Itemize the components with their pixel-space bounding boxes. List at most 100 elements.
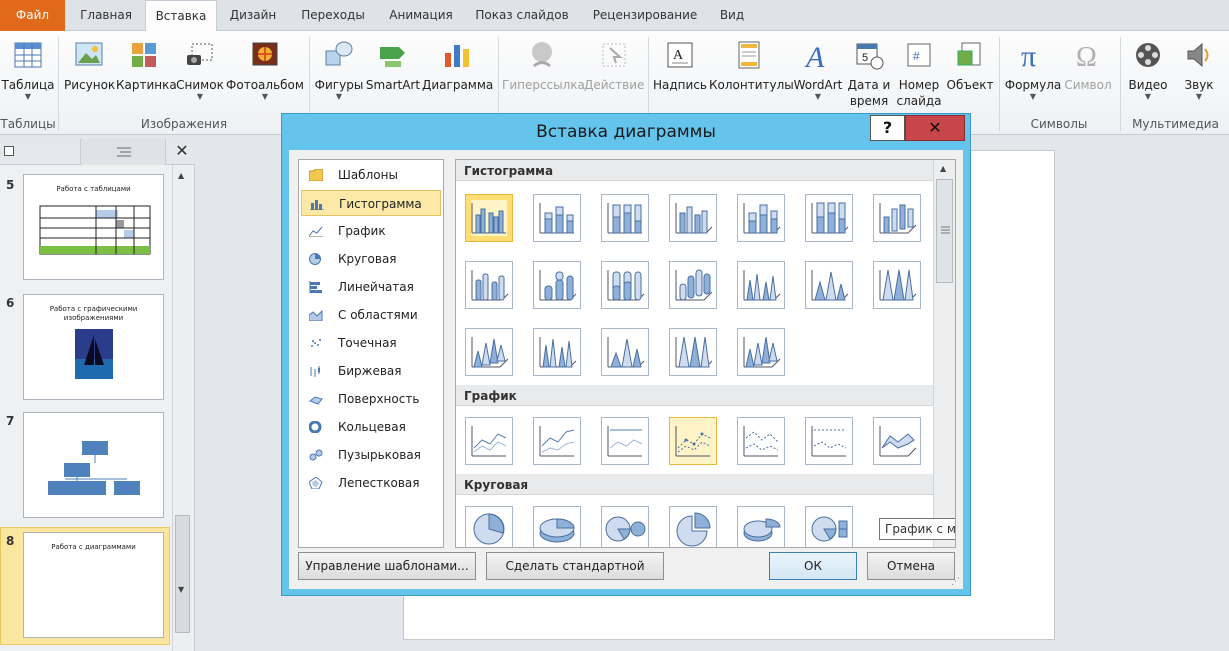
tab-design[interactable]: Дизайн <box>220 0 286 31</box>
manage-templates-button[interactable]: Управление шаблонами... <box>298 552 476 580</box>
chart-type-clustered-cone[interactable] <box>737 261 785 309</box>
chart-type-line-with-markers[interactable] <box>669 417 717 465</box>
chart-type-3d-clustered-column[interactable] <box>669 194 717 242</box>
wordart-button[interactable]: A WordArt ▼ <box>791 39 845 101</box>
chart-type-3d-100-stacked-column[interactable] <box>805 194 853 242</box>
outline-tab[interactable] <box>80 139 166 165</box>
gallery-scrollbar[interactable]: ▲ ▼ <box>933 160 955 547</box>
chart-type-3d-cylinder[interactable] <box>669 261 717 309</box>
chart-type-100-stacked-pyramid[interactable] <box>669 328 717 376</box>
equation-button[interactable]: π Формула ▼ <box>1003 39 1063 101</box>
chart-type-clustered-column[interactable] <box>465 194 513 242</box>
slide-thumbnail-row[interactable]: 6 Работа с графическими изображениями <box>0 290 172 400</box>
screenshot-button[interactable]: Снимок ▼ <box>175 39 225 101</box>
chart-type-3d-pyramid[interactable] <box>737 328 785 376</box>
chart-type-stacked-cylinder[interactable] <box>533 261 581 309</box>
slides-tab-icon[interactable] <box>4 146 14 156</box>
tab-view[interactable]: Вид <box>712 0 752 31</box>
chart-type-stacked-line[interactable] <box>533 417 581 465</box>
scroll-up-icon[interactable]: ▲ <box>940 164 946 173</box>
chart-type-3d-column[interactable] <box>873 194 921 242</box>
textbox-button[interactable]: A Надпись <box>652 39 708 93</box>
category-bar[interactable]: Линейчатая <box>301 274 441 300</box>
tab-file[interactable]: Файл <box>0 0 65 31</box>
action-button[interactable]: Действие <box>584 39 644 93</box>
category-radar[interactable]: Лепестковая <box>301 470 441 496</box>
category-doughnut[interactable]: Кольцевая <box>301 414 441 440</box>
close-pane-icon[interactable]: ✕ <box>172 141 192 161</box>
chart-type-100-stacked-line-with-markers[interactable] <box>805 417 853 465</box>
slide-thumbnail[interactable]: Работа с графическими изображениями <box>23 294 164 400</box>
chart-type-3d-exploded-pie[interactable] <box>737 506 785 547</box>
slide-thumbnail[interactable]: Работа с таблицами <box>23 174 164 280</box>
tab-animation[interactable]: Анимация <box>380 0 462 31</box>
chart-type-3d-pie[interactable] <box>533 506 581 547</box>
audio-button[interactable]: Звук ▼ <box>1176 39 1222 101</box>
chart-type-100-stacked-cylinder[interactable] <box>601 261 649 309</box>
category-area[interactable]: С областями <box>301 302 441 328</box>
category-pie[interactable]: Круговая <box>301 246 441 272</box>
chart-type-stacked-column[interactable] <box>533 194 581 242</box>
help-button[interactable]: ? <box>870 115 905 141</box>
header-footer-button[interactable]: Колонтитулы <box>709 39 794 93</box>
slide-thumbnail[interactable]: Работа с диаграммами <box>23 532 164 638</box>
chart-type-exploded-pie[interactable] <box>669 506 717 547</box>
scroll-down-icon[interactable]: ▼ <box>178 585 184 594</box>
category-label: Лепестковая <box>338 476 420 490</box>
category-line[interactable]: График <box>301 218 441 244</box>
video-button[interactable]: Видео ▼ <box>1124 39 1172 101</box>
symbol-button[interactable]: Ω Символ <box>1063 39 1113 93</box>
cancel-button[interactable]: Отмена <box>867 552 955 580</box>
picture-button[interactable]: Рисунок <box>64 39 115 93</box>
resize-grip-icon[interactable]: ⋰ <box>951 578 960 587</box>
category-label: Пузырьковая <box>338 448 421 462</box>
chart-type-bar-of-pie[interactable] <box>805 506 853 547</box>
chart-type-100-stacked-line[interactable] <box>601 417 649 465</box>
object-button[interactable]: Объект <box>945 39 995 93</box>
slide-thumbnail-row[interactable]: 8 Работа с диаграммами <box>0 528 172 644</box>
smartart-button[interactable]: SmartArt <box>365 39 421 93</box>
chart-type-stacked-cone[interactable] <box>805 261 853 309</box>
hyperlink-button[interactable]: Гиперссылка <box>502 39 585 93</box>
category-column[interactable]: Гистограмма <box>301 190 441 216</box>
category-scatter[interactable]: Точечная <box>301 330 441 356</box>
chart-type-line[interactable] <box>465 417 513 465</box>
tab-transitions[interactable]: Переходы <box>292 0 374 31</box>
category-bubble[interactable]: Пузырьковая <box>301 442 441 468</box>
category-stock[interactable]: Биржевая <box>301 358 441 384</box>
chart-type-3d-line[interactable] <box>873 417 921 465</box>
set-as-default-button[interactable]: Сделать стандартной <box>486 552 664 580</box>
chart-type-stacked-pyramid[interactable] <box>601 328 649 376</box>
slide-thumbnail[interactable] <box>23 412 164 518</box>
chart-type-3d-stacked-column[interactable] <box>737 194 785 242</box>
category-templates[interactable]: Шаблоны <box>301 162 441 188</box>
tab-home[interactable]: Главная <box>70 0 142 31</box>
shapes-button[interactable]: Фигуры ▼ <box>314 39 364 101</box>
close-button[interactable]: ✕ <box>905 115 965 141</box>
tab-insert[interactable]: Вставка <box>145 0 217 32</box>
chart-type-clustered-cylinder[interactable] <box>465 261 513 309</box>
clipart-button[interactable]: Картинка <box>116 39 177 93</box>
photo-album-button[interactable]: Фотоальбом ▼ <box>226 39 304 101</box>
tab-slideshow[interactable]: Показ слайдов <box>468 0 576 31</box>
slide-pane-scrollbar[interactable]: ▲ ▼ <box>172 165 192 651</box>
slide-number-button[interactable]: # Номер слайда <box>894 39 944 109</box>
chart-type-clustered-pyramid[interactable] <box>533 328 581 376</box>
tab-review[interactable]: Рецензирование <box>583 0 707 31</box>
scroll-thumb[interactable] <box>175 515 190 633</box>
scroll-thumb[interactable] <box>936 179 953 283</box>
slide-thumbnail-row[interactable]: 5 Работа с таблицами <box>0 172 172 282</box>
date-time-button[interactable]: 5 Дата и время <box>847 39 891 109</box>
category-surface[interactable]: Поверхность <box>301 386 441 412</box>
chart-type-100-stacked-cone[interactable] <box>873 261 921 309</box>
chart-button[interactable]: Диаграмма <box>422 39 493 93</box>
slide-thumbnail-row[interactable]: 7 <box>0 408 172 518</box>
scroll-up-icon[interactable]: ▲ <box>178 171 184 180</box>
chart-type-stacked-line-with-markers[interactable] <box>737 417 785 465</box>
table-button[interactable]: Таблица ▼ <box>0 39 56 101</box>
ok-button[interactable]: ОК <box>769 552 857 580</box>
chart-type-pie[interactable] <box>465 506 513 547</box>
chart-type-3d-cone[interactable] <box>465 328 513 376</box>
chart-type-100-stacked-column[interactable] <box>601 194 649 242</box>
chart-type-pie-of-pie[interactable] <box>601 506 649 547</box>
